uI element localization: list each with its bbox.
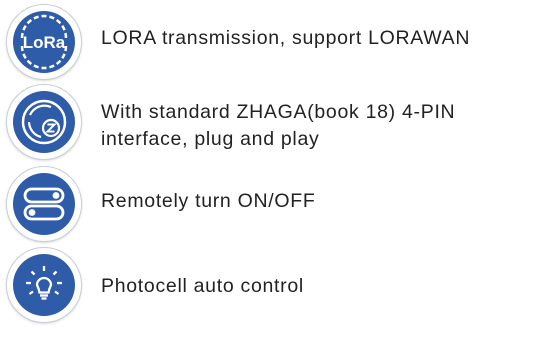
feature-zhaga-text: With standard ZHAGA(book 18) 4-PIN inter… — [101, 99, 455, 153]
svg-text:LoRa: LoRa — [23, 33, 66, 52]
zhaga-connector-icon — [6, 84, 82, 160]
feature-photocell-text: Photocell auto control — [101, 275, 304, 297]
photocell-bulb-icon — [6, 247, 82, 323]
feature-list: LoRa LORA transmission, support LORAWAN … — [0, 0, 555, 343]
on-off-switch-icon — [6, 166, 82, 242]
feature-zhaga-text-line2: interface, plug and play — [101, 128, 320, 150]
feature-remote-switch-text: Remotely turn ON/OFF — [101, 190, 316, 212]
feature-lora-text: LORA transmission, support LORAWAN — [101, 27, 471, 49]
lora-logo-icon: LoRa — [6, 4, 82, 80]
feature-zhaga-text-line1: With standard ZHAGA(book 18) 4-PIN — [101, 101, 456, 123]
